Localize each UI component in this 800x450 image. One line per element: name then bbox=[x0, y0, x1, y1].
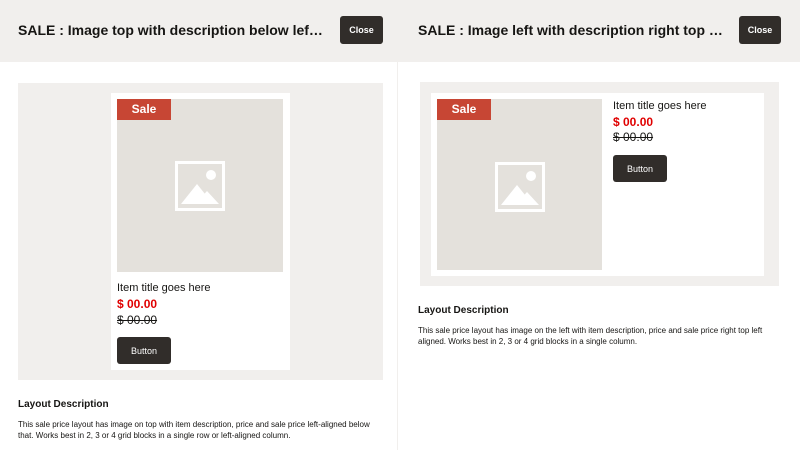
original-price: $ 00.00 bbox=[117, 313, 158, 327]
panel-header: SALE : Image left with description right… bbox=[398, 0, 800, 62]
description-heading: Layout Description bbox=[18, 399, 109, 410]
card-button[interactable]: Button bbox=[613, 155, 667, 182]
sale-price: $ 00.00 bbox=[117, 297, 158, 311]
original-price: $ 00.00 bbox=[613, 130, 654, 144]
item-title: Item title goes here bbox=[117, 282, 211, 294]
product-card: Sale Item title goes here $ 00.00 $ 00.0… bbox=[431, 93, 764, 276]
layout-panel-image-top: SALE : Image top with description below … bbox=[0, 0, 398, 450]
product-image: Sale bbox=[437, 99, 602, 270]
sale-badge: Sale bbox=[117, 99, 171, 120]
panel-title: SALE : Image top with description below … bbox=[18, 22, 324, 38]
item-title: Item title goes here bbox=[613, 100, 707, 112]
panel-title: SALE : Image left with description right… bbox=[418, 22, 726, 38]
panel-header: SALE : Image top with description below … bbox=[0, 0, 398, 62]
card-button[interactable]: Button bbox=[117, 337, 171, 364]
sale-price: $ 00.00 bbox=[613, 115, 654, 129]
close-button[interactable]: Close bbox=[739, 16, 781, 44]
image-placeholder-icon bbox=[495, 162, 545, 212]
description-text: This sale price layout has image on top … bbox=[18, 420, 370, 440]
page: SALE : Image top with description below … bbox=[0, 0, 800, 450]
sale-badge: Sale bbox=[437, 99, 491, 120]
layout-preview: Sale Item title goes here $ 00.00 $ 00.0… bbox=[18, 83, 383, 380]
image-placeholder-icon bbox=[175, 161, 225, 211]
description-text: This sale price layout has image on the … bbox=[418, 326, 763, 346]
layout-panel-image-left: SALE : Image left with description right… bbox=[398, 0, 800, 450]
description-heading: Layout Description bbox=[418, 305, 509, 316]
layout-preview: Sale Item title goes here $ 00.00 $ 00.0… bbox=[420, 82, 779, 286]
product-image: Sale bbox=[117, 99, 283, 272]
product-card: Sale Item title goes here $ 00.00 $ 00.0… bbox=[111, 93, 290, 370]
close-button[interactable]: Close bbox=[340, 16, 383, 44]
